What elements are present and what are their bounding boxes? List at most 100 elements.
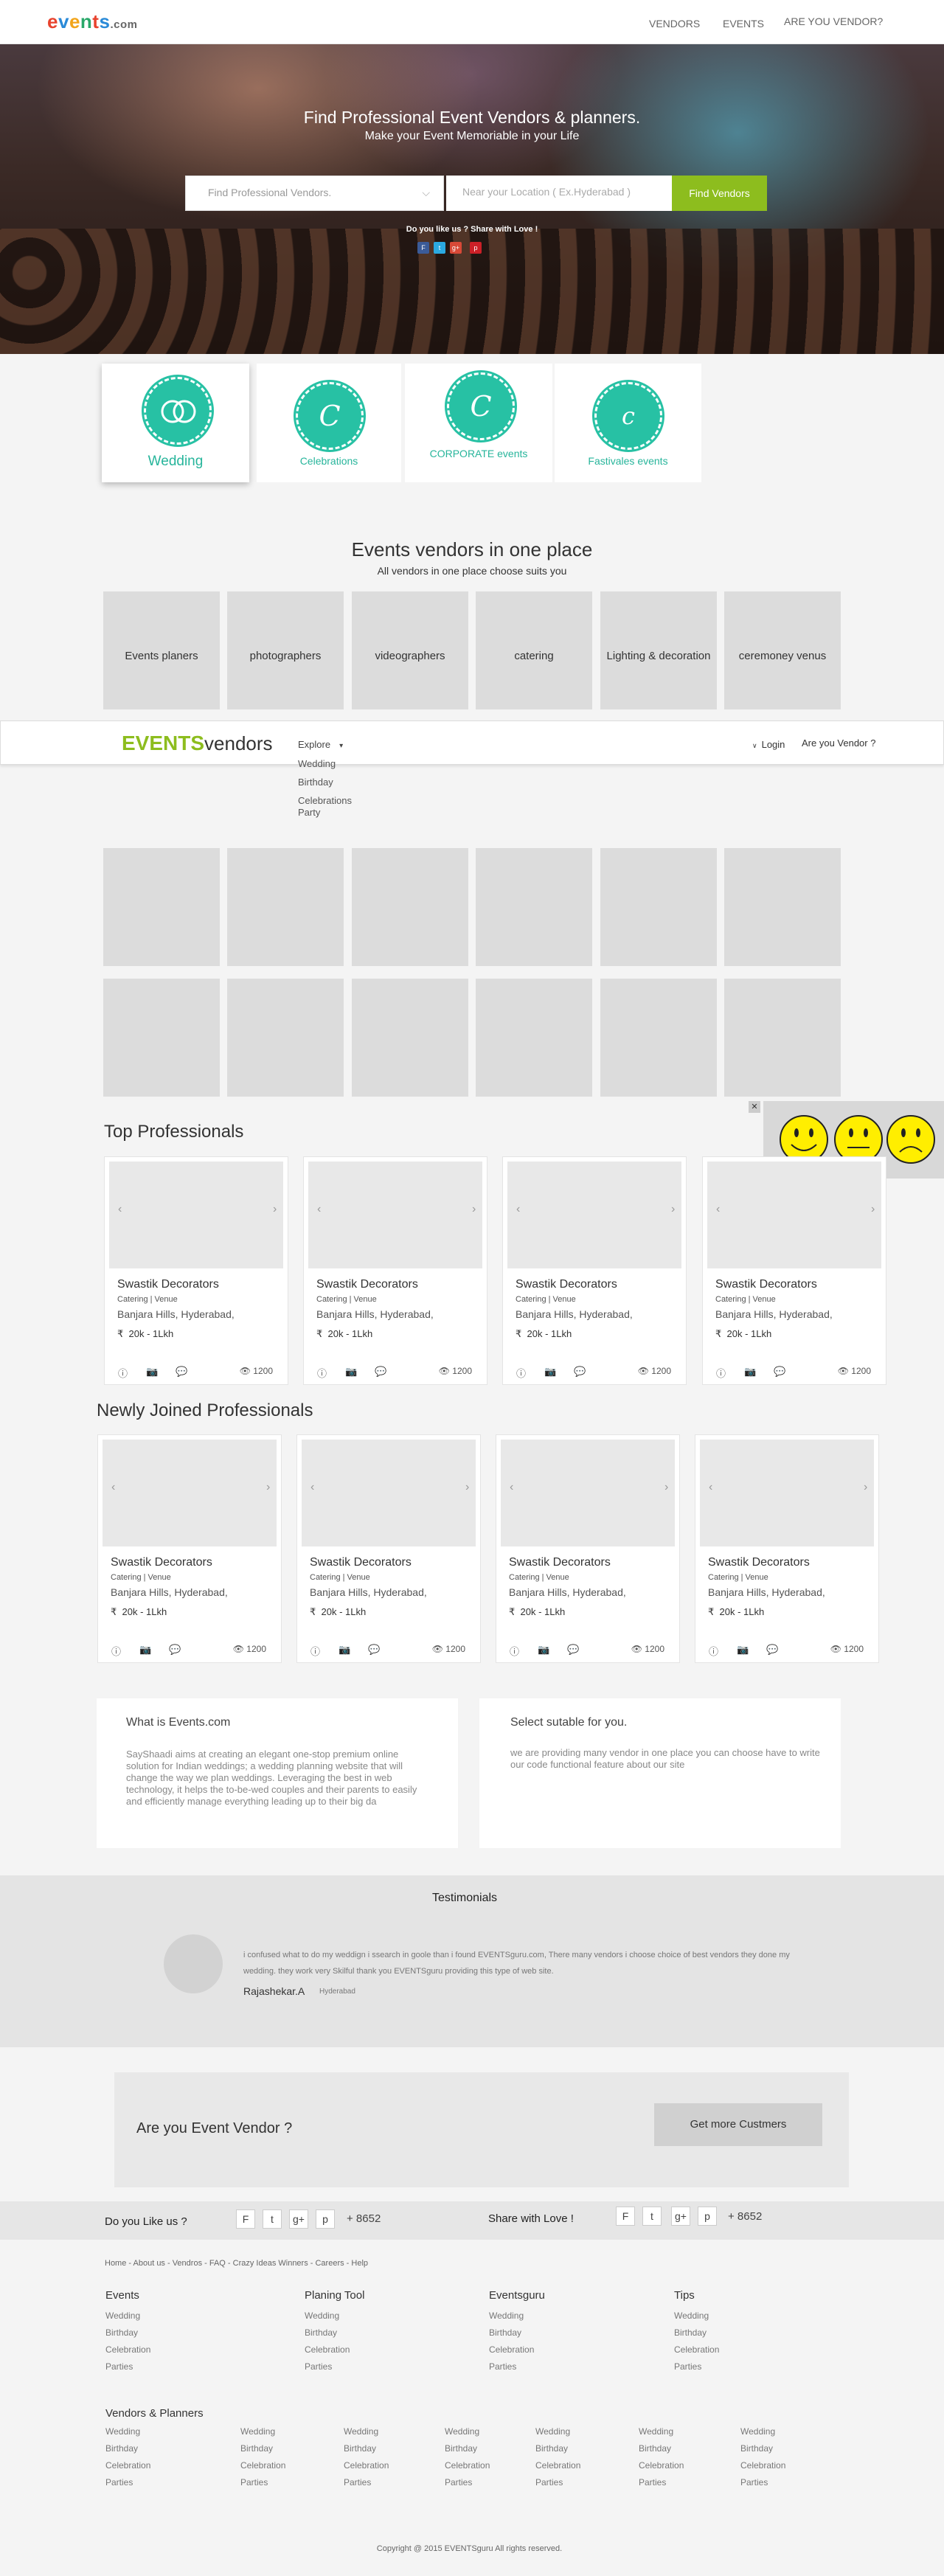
footer-link[interactable]: Celebration xyxy=(535,2460,580,2471)
footer-link[interactable]: Parties xyxy=(105,2361,133,2372)
gallery-tile[interactable] xyxy=(600,979,717,1097)
footer-link[interactable]: Parties xyxy=(240,2477,268,2488)
professional-card[interactable]: ‹ › Swastik Decorators Catering | Venue Banj… xyxy=(496,1434,680,1663)
chevron-left-icon[interactable]: ‹ xyxy=(111,1481,115,1494)
footer-link[interactable]: Celebration xyxy=(105,2460,150,2471)
find-vendors-button[interactable]: Find Vendors xyxy=(672,176,767,211)
dropdown-item[interactable]: Celebrations xyxy=(298,795,352,806)
professional-card[interactable]: ‹ › Swastik Decorators Catering | Venue Banj… xyxy=(104,1156,288,1385)
professional-card[interactable]: ‹ › Swastik Decorators Catering | Venue Banj… xyxy=(303,1156,487,1385)
footer-link[interactable]: Wedding xyxy=(740,2426,775,2437)
are-you-vendor-link[interactable]: Are you Vendor ? xyxy=(802,737,875,749)
footer-link[interactable]: Wedding xyxy=(105,2426,140,2437)
footer-link[interactable]: Wedding xyxy=(489,2311,524,2321)
camera-icon[interactable]: 📷 xyxy=(744,1366,756,1378)
pinterest-icon[interactable]: p xyxy=(698,2207,717,2226)
footer-link[interactable]: Birthday xyxy=(305,2327,337,2338)
get-more-customers-button[interactable]: Get more Custmers xyxy=(654,2103,822,2146)
chevron-right-icon[interactable]: › xyxy=(465,1481,469,1494)
info-icon[interactable]: ⓘ xyxy=(310,1644,320,1658)
info-icon[interactable]: ⓘ xyxy=(111,1644,121,1658)
dropdown-item[interactable]: Party xyxy=(298,807,320,818)
footer-link[interactable]: Celebration xyxy=(305,2344,350,2355)
info-icon[interactable]: ⓘ xyxy=(709,1644,718,1658)
camera-icon[interactable]: 📷 xyxy=(146,1366,158,1378)
footer-link[interactable]: Birthday xyxy=(740,2443,773,2454)
pinterest-icon[interactable]: p xyxy=(470,242,482,254)
camera-icon[interactable]: 📷 xyxy=(139,1644,151,1656)
gallery-tile[interactable] xyxy=(476,979,592,1097)
footer-link[interactable]: Celebration xyxy=(240,2460,285,2471)
chevron-right-icon[interactable]: › xyxy=(671,1203,675,1216)
facebook-icon[interactable]: F xyxy=(616,2207,635,2226)
gallery-tile[interactable] xyxy=(600,848,717,966)
footer-link[interactable]: Celebration xyxy=(344,2460,389,2471)
professional-card[interactable]: ‹ › Swastik Decorators Catering | Venue Banj… xyxy=(702,1156,886,1385)
footer-link[interactable]: Celebration xyxy=(445,2460,490,2471)
footer-link[interactable]: Wedding xyxy=(674,2311,709,2321)
category-wedding[interactable]: Wedding xyxy=(102,364,249,482)
footer-link[interactable]: Birthday xyxy=(639,2443,671,2454)
chevron-left-icon[interactable]: ‹ xyxy=(317,1203,321,1216)
chat-icon[interactable]: 💬 xyxy=(766,1644,778,1656)
footer-links[interactable]: Home - About us - Vendros - FAQ - Crazy … xyxy=(105,2259,368,2268)
camera-icon[interactable]: 📷 xyxy=(339,1644,350,1656)
gallery-tile[interactable] xyxy=(476,848,592,966)
professional-card[interactable]: ‹ › Swastik Decorators Catering | Venue Banj… xyxy=(502,1156,687,1385)
facebook-icon[interactable]: F xyxy=(236,2209,255,2229)
twitter-icon[interactable]: t xyxy=(434,242,445,254)
explore-menu[interactable]: Explore ▾ xyxy=(298,739,343,750)
footer-link[interactable]: Birthday xyxy=(240,2443,273,2454)
professional-card[interactable]: ‹ › Swastik Decorators Catering | Venue Banj… xyxy=(695,1434,879,1663)
dropdown-item[interactable]: Birthday xyxy=(298,777,333,788)
chevron-left-icon[interactable]: ‹ xyxy=(716,1203,720,1216)
footer-link[interactable]: Birthday xyxy=(344,2443,376,2454)
footer-link[interactable]: Parties xyxy=(535,2477,563,2488)
footer-link[interactable]: Parties xyxy=(489,2361,516,2372)
gallery-tile[interactable] xyxy=(352,979,468,1097)
gallery-tile[interactable] xyxy=(352,848,468,966)
gallery-tile[interactable] xyxy=(227,979,344,1097)
events-vendors-logo[interactable]: EVENTSvendors xyxy=(122,732,273,755)
footer-link[interactable]: Celebration xyxy=(105,2344,150,2355)
twitter-icon[interactable]: t xyxy=(263,2209,282,2229)
chevron-right-icon[interactable]: › xyxy=(273,1203,277,1216)
gallery-tile[interactable] xyxy=(103,848,220,966)
chevron-right-icon[interactable]: › xyxy=(472,1203,476,1216)
vendor-search-input[interactable]: Find Professional Vendors. ⌵ xyxy=(185,176,444,211)
chevron-right-icon[interactable]: › xyxy=(266,1481,270,1494)
gallery-tile[interactable] xyxy=(103,979,220,1097)
footer-link[interactable]: Birthday xyxy=(489,2327,521,2338)
footer-link[interactable]: Birthday xyxy=(445,2443,477,2454)
google-plus-icon[interactable]: g+ xyxy=(671,2207,690,2226)
professional-card[interactable]: ‹ › Swastik Decorators Catering | Venue Banj… xyxy=(296,1434,481,1663)
logo[interactable]: events.com xyxy=(47,10,137,33)
chevron-left-icon[interactable]: ‹ xyxy=(516,1203,520,1216)
category-corporate[interactable]: C CORPORATE events xyxy=(405,364,552,482)
pinterest-icon[interactable]: p xyxy=(316,2209,335,2229)
professional-card[interactable]: ‹ › Swastik Decorators Catering | Venue Banj… xyxy=(97,1434,282,1663)
footer-link[interactable]: Parties xyxy=(105,2477,133,2488)
gallery-tile[interactable] xyxy=(724,848,841,966)
info-icon[interactable]: ⓘ xyxy=(118,1366,128,1380)
google-plus-icon[interactable]: g+ xyxy=(289,2209,308,2229)
footer-link[interactable]: Celebration xyxy=(639,2460,684,2471)
nav-are-you-vendor[interactable]: ARE YOU VENDOR? xyxy=(784,15,883,27)
footer-link[interactable]: Birthday xyxy=(674,2327,707,2338)
chat-icon[interactable]: 💬 xyxy=(368,1644,380,1656)
footer-link[interactable]: Birthday xyxy=(535,2443,568,2454)
close-icon[interactable]: ✕ xyxy=(749,1101,760,1113)
chat-icon[interactable]: 💬 xyxy=(774,1366,785,1378)
camera-icon[interactable]: 📷 xyxy=(544,1366,556,1378)
info-icon[interactable]: ⓘ xyxy=(510,1644,519,1658)
twitter-icon[interactable]: t xyxy=(642,2207,662,2226)
footer-link[interactable]: Wedding xyxy=(445,2426,479,2437)
category-festivals[interactable]: c Fastivales events xyxy=(555,364,701,482)
camera-icon[interactable]: 📷 xyxy=(345,1366,357,1378)
chevron-left-icon[interactable]: ‹ xyxy=(310,1481,314,1494)
category-celebrations[interactable]: C Celebrations xyxy=(257,364,401,482)
footer-link[interactable]: Parties xyxy=(344,2477,371,2488)
footer-link[interactable]: Celebration xyxy=(740,2460,785,2471)
dropdown-item[interactable]: Wedding xyxy=(298,758,336,769)
footer-link[interactable]: Wedding xyxy=(105,2311,140,2321)
